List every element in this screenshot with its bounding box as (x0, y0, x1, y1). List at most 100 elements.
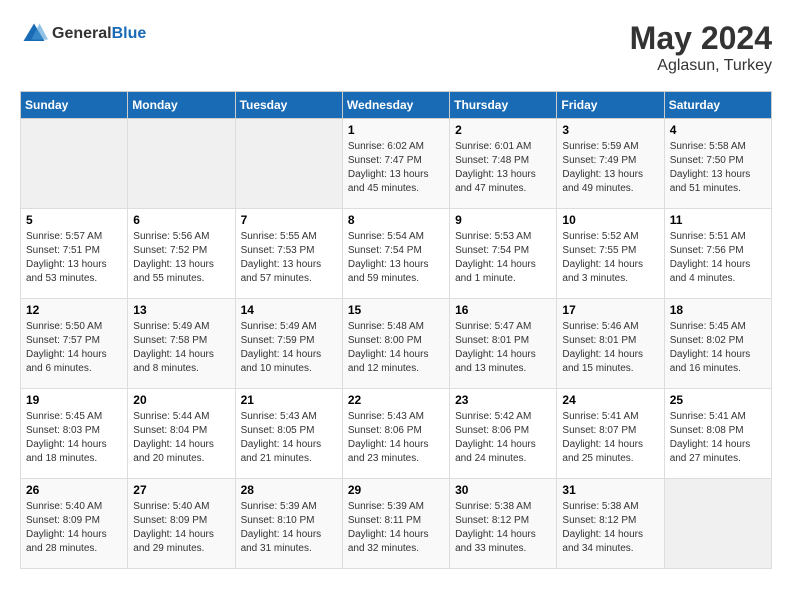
calendar-body: 1Sunrise: 6:02 AMSunset: 7:47 PMDaylight… (21, 119, 772, 569)
day-number: 24 (562, 393, 658, 407)
day-number: 27 (133, 483, 229, 497)
day-number: 10 (562, 213, 658, 227)
day-info: Sunrise: 5:59 AMSunset: 7:49 PMDaylight:… (562, 140, 658, 196)
calendar-header: SundayMondayTuesdayWednesdayThursdayFrid… (21, 92, 772, 119)
page-header: GeneralBlue May 2024 Aglasun, Turkey (20, 20, 772, 75)
day-header-sunday: Sunday (21, 92, 128, 119)
day-header-monday: Monday (128, 92, 235, 119)
calendar-cell: 25 Sunrise: 5:41 AMSunset: 8:08 PMDayligh… (664, 389, 771, 479)
calendar-cell: 5 Sunrise: 5:57 AMSunset: 7:51 PMDaylight… (21, 209, 128, 299)
calendar-cell: 10 Sunrise: 5:52 AMSunset: 7:55 PMDayligh… (557, 209, 664, 299)
calendar-cell: 31Sunrise: 5:38 AMSunset: 8:12 PMDayligh… (557, 479, 664, 569)
day-number: 19 (26, 393, 122, 407)
day-info: Sunrise: 5:40 AMSunset: 8:09 PMDaylight:… (26, 500, 122, 556)
day-number: 26 (26, 483, 122, 497)
day-number: 20 (133, 393, 229, 407)
day-number: 18 (670, 303, 766, 317)
calendar-week-3: 12 Sunrise: 5:50 AMSunset: 7:57 PMDayligh… (21, 299, 772, 389)
logo: GeneralBlue (20, 20, 146, 48)
calendar-cell: 14 Sunrise: 5:49 AMSunset: 7:59 PMDayligh… (235, 299, 342, 389)
calendar-cell (21, 119, 128, 209)
day-info: Sunrise: 5:55 AMSunset: 7:53 PMDaylight:… (241, 230, 337, 286)
days-row: SundayMondayTuesdayWednesdayThursdayFrid… (21, 92, 772, 119)
calendar-cell (128, 119, 235, 209)
day-info: Sunrise: 6:02 AMSunset: 7:47 PMDaylight:… (348, 140, 444, 196)
day-info: Sunrise: 5:51 AMSunset: 7:56 PMDaylight:… (670, 230, 766, 286)
day-number: 9 (455, 213, 551, 227)
day-info: Sunrise: 5:57 AMSunset: 7:51 PMDaylight:… (26, 230, 122, 286)
day-info: Sunrise: 5:38 AMSunset: 8:12 PMDaylight:… (455, 500, 551, 556)
day-number: 22 (348, 393, 444, 407)
day-info: Sunrise: 6:01 AMSunset: 7:48 PMDaylight:… (455, 140, 551, 196)
calendar-cell: 2 Sunrise: 6:01 AMSunset: 7:48 PMDaylight… (450, 119, 557, 209)
day-info: Sunrise: 5:50 AMSunset: 7:57 PMDaylight:… (26, 320, 122, 376)
day-number: 12 (26, 303, 122, 317)
day-number: 8 (348, 213, 444, 227)
calendar-cell: 21 Sunrise: 5:43 AMSunset: 8:05 PMDayligh… (235, 389, 342, 479)
day-info: Sunrise: 5:42 AMSunset: 8:06 PMDaylight:… (455, 410, 551, 466)
day-number: 15 (348, 303, 444, 317)
day-number: 31 (562, 483, 658, 497)
calendar-cell: 19 Sunrise: 5:45 AMSunset: 8:03 PMDayligh… (21, 389, 128, 479)
day-number: 17 (562, 303, 658, 317)
day-number: 3 (562, 123, 658, 137)
day-info: Sunrise: 5:56 AMSunset: 7:52 PMDaylight:… (133, 230, 229, 286)
day-number: 6 (133, 213, 229, 227)
day-info: Sunrise: 5:54 AMSunset: 7:54 PMDaylight:… (348, 230, 444, 286)
calendar-cell: 16 Sunrise: 5:47 AMSunset: 8:01 PMDayligh… (450, 299, 557, 389)
day-info: Sunrise: 5:58 AMSunset: 7:50 PMDaylight:… (670, 140, 766, 196)
day-header-saturday: Saturday (664, 92, 771, 119)
day-number: 13 (133, 303, 229, 317)
day-info: Sunrise: 5:53 AMSunset: 7:54 PMDaylight:… (455, 230, 551, 286)
day-number: 30 (455, 483, 551, 497)
day-number: 4 (670, 123, 766, 137)
calendar-cell: 9 Sunrise: 5:53 AMSunset: 7:54 PMDaylight… (450, 209, 557, 299)
day-info: Sunrise: 5:45 AMSunset: 8:03 PMDaylight:… (26, 410, 122, 466)
day-info: Sunrise: 5:52 AMSunset: 7:55 PMDaylight:… (562, 230, 658, 286)
calendar-cell: 29 Sunrise: 5:39 AMSunset: 8:11 PMDayligh… (342, 479, 449, 569)
day-number: 7 (241, 213, 337, 227)
calendar-cell: 24 Sunrise: 5:41 AMSunset: 8:07 PMDayligh… (557, 389, 664, 479)
day-info: Sunrise: 5:44 AMSunset: 8:04 PMDaylight:… (133, 410, 229, 466)
day-number: 29 (348, 483, 444, 497)
day-header-wednesday: Wednesday (342, 92, 449, 119)
day-header-thursday: Thursday (450, 92, 557, 119)
day-number: 5 (26, 213, 122, 227)
calendar-cell: 6 Sunrise: 5:56 AMSunset: 7:52 PMDaylight… (128, 209, 235, 299)
calendar-cell: 7 Sunrise: 5:55 AMSunset: 7:53 PMDaylight… (235, 209, 342, 299)
calendar-week-2: 5 Sunrise: 5:57 AMSunset: 7:51 PMDaylight… (21, 209, 772, 299)
logo-text-blue: Blue (112, 25, 147, 43)
calendar-cell: 30 Sunrise: 5:38 AMSunset: 8:12 PMDayligh… (450, 479, 557, 569)
day-header-tuesday: Tuesday (235, 92, 342, 119)
day-number: 2 (455, 123, 551, 137)
day-number: 25 (670, 393, 766, 407)
calendar-cell: 15 Sunrise: 5:48 AMSunset: 8:00 PMDayligh… (342, 299, 449, 389)
calendar-cell: 4 Sunrise: 5:58 AMSunset: 7:50 PMDaylight… (664, 119, 771, 209)
day-info: Sunrise: 5:43 AMSunset: 8:06 PMDaylight:… (348, 410, 444, 466)
logo-icon (20, 20, 48, 48)
day-number: 14 (241, 303, 337, 317)
calendar-cell (664, 479, 771, 569)
day-info: Sunrise: 5:46 AMSunset: 8:01 PMDaylight:… (562, 320, 658, 376)
calendar-cell: 11 Sunrise: 5:51 AMSunset: 7:56 PMDayligh… (664, 209, 771, 299)
title-block: May 2024 Aglasun, Turkey (630, 20, 772, 75)
day-number: 16 (455, 303, 551, 317)
day-info: Sunrise: 5:39 AMSunset: 8:11 PMDaylight:… (348, 500, 444, 556)
calendar-cell: 13 Sunrise: 5:49 AMSunset: 7:58 PMDayligh… (128, 299, 235, 389)
calendar-cell: 26 Sunrise: 5:40 AMSunset: 8:09 PMDayligh… (21, 479, 128, 569)
day-number: 11 (670, 213, 766, 227)
day-info: Sunrise: 5:49 AMSunset: 7:59 PMDaylight:… (241, 320, 337, 376)
day-number: 21 (241, 393, 337, 407)
day-info: Sunrise: 5:49 AMSunset: 7:58 PMDaylight:… (133, 320, 229, 376)
day-number: 23 (455, 393, 551, 407)
day-info: Sunrise: 5:41 AMSunset: 8:08 PMDaylight:… (670, 410, 766, 466)
day-info: Sunrise: 5:41 AMSunset: 8:07 PMDaylight:… (562, 410, 658, 466)
day-info: Sunrise: 5:47 AMSunset: 8:01 PMDaylight:… (455, 320, 551, 376)
logo-text-general: General (52, 25, 112, 43)
calendar-cell: 17 Sunrise: 5:46 AMSunset: 8:01 PMDayligh… (557, 299, 664, 389)
day-info: Sunrise: 5:39 AMSunset: 8:10 PMDaylight:… (241, 500, 337, 556)
day-info: Sunrise: 5:48 AMSunset: 8:00 PMDaylight:… (348, 320, 444, 376)
calendar-subtitle: Aglasun, Turkey (630, 57, 772, 75)
day-info: Sunrise: 5:43 AMSunset: 8:05 PMDaylight:… (241, 410, 337, 466)
calendar-cell (235, 119, 342, 209)
